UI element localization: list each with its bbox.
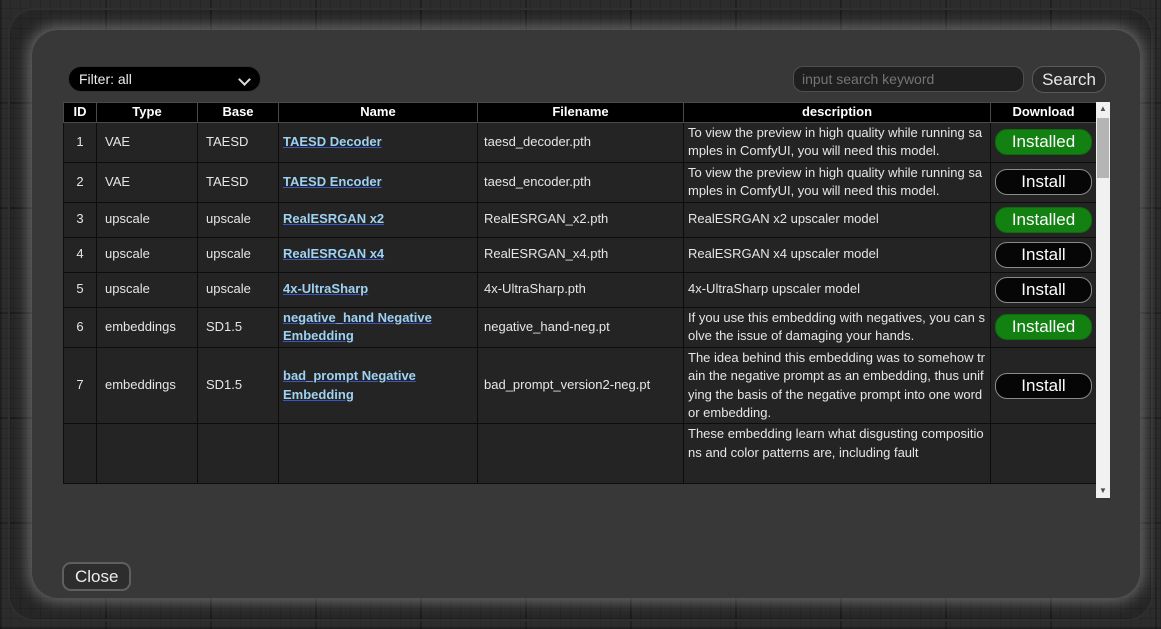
cell-description: To view the preview in high quality whil… <box>684 122 991 162</box>
graph-canvas: Filter: all Search ID Type Base Name <box>0 0 1161 629</box>
cell-type <box>97 424 198 484</box>
cell-id <box>64 424 97 484</box>
cell-base: upscale <box>198 237 279 272</box>
model-name-link[interactable]: bad_prompt Negative Embedding <box>283 368 416 401</box>
cell-base: upscale <box>198 272 279 307</box>
cell-description: If you use this embedding with negatives… <box>684 307 991 347</box>
download-button[interactable]: Install <box>995 277 1092 303</box>
cell-description: To view the preview in high quality whil… <box>684 162 991 202</box>
table-row: 2 VAE TAESD TAESD Encoder taesd_encoder.… <box>64 162 1097 202</box>
table-row: These embedding learn what disgusting co… <box>64 424 1097 484</box>
cell-description: 4x-UltraSharp upscaler model <box>684 272 991 307</box>
cell-filename: taesd_encoder.pth <box>478 162 684 202</box>
cell-id: 6 <box>64 307 97 347</box>
cell-description: RealESRGAN x2 upscaler model <box>684 202 991 237</box>
header-id: ID <box>64 103 97 123</box>
cell-type: embeddings <box>97 347 198 424</box>
cell-filename: RealESRGAN_x2.pth <box>478 202 684 237</box>
cell-base <box>198 424 279 484</box>
cell-id: 5 <box>64 272 97 307</box>
header-download: Download <box>991 103 1097 123</box>
table-row: 1 VAE TAESD TAESD Decoder taesd_decoder.… <box>64 122 1097 162</box>
cell-base: TAESD <box>198 122 279 162</box>
table-row: 3 upscale upscale RealESRGAN x2 RealESRG… <box>64 202 1097 237</box>
cell-type: upscale <box>97 272 198 307</box>
cell-filename: taesd_decoder.pth <box>478 122 684 162</box>
dialog-toolbar: Filter: all Search <box>62 66 1110 93</box>
model-name-link[interactable]: negative_hand Negative Embedding <box>283 310 432 343</box>
cell-base: SD1.5 <box>198 307 279 347</box>
table-header-row: ID Type Base Name Filename description D… <box>64 103 1097 123</box>
table-row: 5 upscale upscale 4x-UltraSharp 4x-Ultra… <box>64 272 1097 307</box>
cell-id: 4 <box>64 237 97 272</box>
header-description: description <box>684 103 991 123</box>
models-table-body: 1 VAE TAESD TAESD Decoder taesd_decoder.… <box>64 122 1097 484</box>
download-button[interactable]: Install <box>995 169 1092 195</box>
download-button[interactable]: Install <box>995 242 1092 268</box>
cell-filename: negative_hand-neg.pt <box>478 307 684 347</box>
scroll-down-icon[interactable]: ▼ <box>1096 484 1110 498</box>
cell-base: upscale <box>198 202 279 237</box>
model-name-link[interactable]: TAESD Decoder <box>283 134 382 149</box>
table-scrollbar[interactable]: ▲ ▼ <box>1096 102 1110 498</box>
scroll-up-icon[interactable]: ▲ <box>1096 102 1110 116</box>
header-base: Base <box>198 103 279 123</box>
download-button[interactable]: Installed <box>995 314 1092 340</box>
cell-description: The idea behind this embedding was to so… <box>684 347 991 424</box>
cell-type: upscale <box>97 237 198 272</box>
header-filename: Filename <box>478 103 684 123</box>
cell-base: SD1.5 <box>198 347 279 424</box>
scrollbar-thumb[interactable] <box>1097 118 1109 178</box>
cell-type: upscale <box>97 202 198 237</box>
cell-type: VAE <box>97 122 198 162</box>
models-table-container: ID Type Base Name Filename description D… <box>63 102 1110 498</box>
cell-type: VAE <box>97 162 198 202</box>
download-button[interactable]: Installed <box>995 207 1092 233</box>
close-button[interactable]: Close <box>62 562 131 591</box>
cell-filename: bad_prompt_version2-neg.pt <box>478 347 684 424</box>
header-type: Type <box>97 103 198 123</box>
cell-filename: RealESRGAN_x4.pth <box>478 237 684 272</box>
cell-description: RealESRGAN x4 upscaler model <box>684 237 991 272</box>
model-name-link[interactable]: RealESRGAN x2 <box>283 211 384 226</box>
filter-select-wrap: Filter: all <box>68 66 261 92</box>
table-row: 4 upscale upscale RealESRGAN x4 RealESRG… <box>64 237 1097 272</box>
model-name-link[interactable]: 4x-UltraSharp <box>283 281 368 296</box>
table-row: 7 embeddings SD1.5 bad_prompt Negative E… <box>64 347 1097 424</box>
cell-description: These embedding learn what disgusting co… <box>684 424 991 484</box>
search-button[interactable]: Search <box>1032 66 1106 93</box>
header-name: Name <box>279 103 478 123</box>
table-row: 6 embeddings SD1.5 negative_hand Negativ… <box>64 307 1097 347</box>
download-button[interactable]: Installed <box>995 129 1092 155</box>
model-name-link[interactable]: RealESRGAN x4 <box>283 246 384 261</box>
cell-filename <box>478 424 684 484</box>
cell-id: 3 <box>64 202 97 237</box>
cell-base: TAESD <box>198 162 279 202</box>
cell-id: 7 <box>64 347 97 424</box>
filter-select[interactable]: Filter: all <box>68 66 261 92</box>
cell-type: embeddings <box>97 307 198 347</box>
install-models-dialog: Filter: all Search ID Type Base Name <box>32 30 1140 598</box>
models-table: ID Type Base Name Filename description D… <box>63 102 1097 484</box>
download-button[interactable]: Install <box>995 373 1092 399</box>
cell-id: 2 <box>64 162 97 202</box>
model-name-link[interactable]: TAESD Encoder <box>283 174 382 189</box>
cell-filename: 4x-UltraSharp.pth <box>478 272 684 307</box>
search-input[interactable] <box>793 66 1024 92</box>
cell-id: 1 <box>64 122 97 162</box>
